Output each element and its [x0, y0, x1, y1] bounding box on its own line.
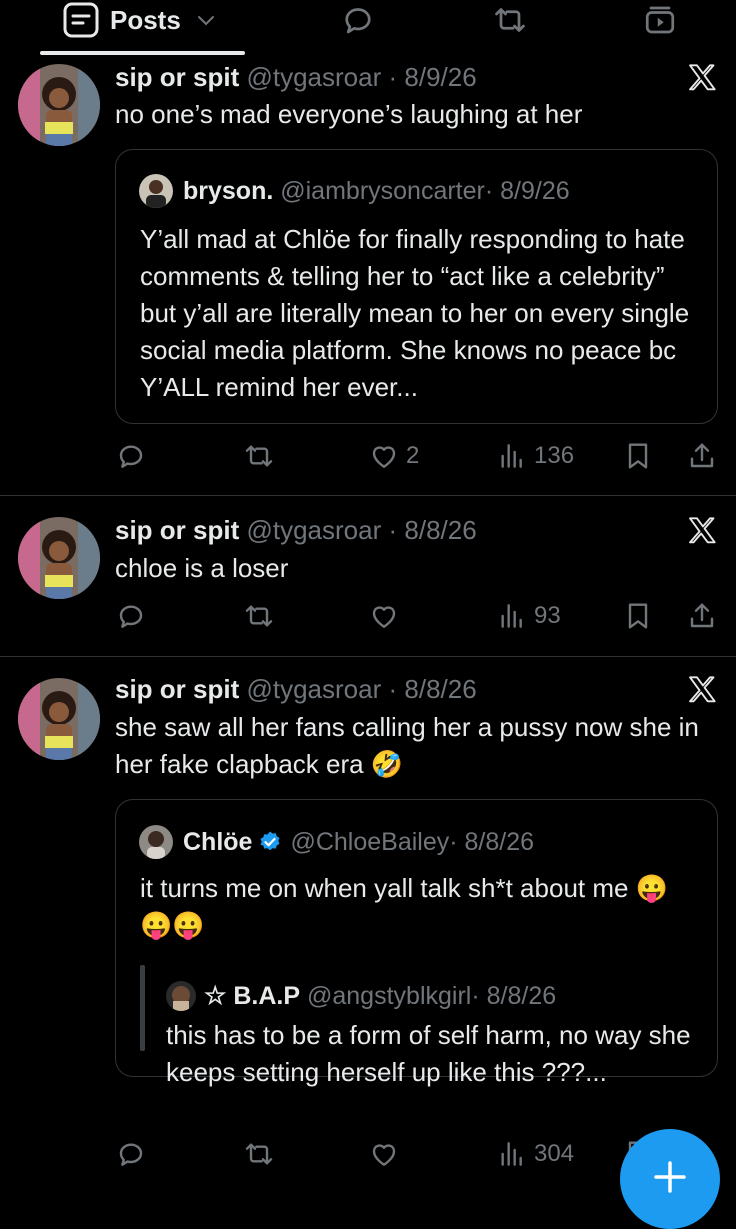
- avatar[interactable]: [18, 64, 100, 146]
- video-tab-icon[interactable]: [640, 2, 680, 38]
- post-item[interactable]: sip or spit @tygasroar · 8/8/26 she saw …: [0, 656, 736, 1200]
- like-icon: [368, 1138, 400, 1170]
- like-icon: [368, 600, 400, 632]
- reply-icon: [115, 600, 147, 632]
- top-tab-bar: Posts: [0, 0, 736, 58]
- post-date[interactable]: · 8/9/26: [389, 62, 477, 92]
- like-button[interactable]: [368, 1134, 400, 1174]
- chevron-down-icon: [195, 9, 217, 31]
- avatar[interactable]: [18, 517, 100, 599]
- reply-icon: [115, 440, 147, 472]
- avatar: [139, 825, 173, 859]
- inner-quote-author-name: ☆ B.A.P: [204, 982, 301, 1010]
- quote-date: · 8/9/26: [484, 176, 570, 205]
- quote-author-handle: @ChloeBailey: [290, 827, 450, 856]
- quote-author-handle: @iambrysoncarter: [280, 176, 485, 205]
- reply-button[interactable]: [115, 596, 147, 636]
- x-logo: [686, 515, 718, 547]
- reply-button[interactable]: [115, 1134, 147, 1174]
- bookmark-icon: [622, 600, 654, 632]
- posts-tab-icon: [62, 1, 100, 39]
- post-item[interactable]: sip or spit @tygasroar · 8/9/26 no one’s…: [0, 58, 736, 496]
- avatar: [139, 174, 173, 208]
- compose-button[interactable]: [620, 1129, 720, 1229]
- author-name[interactable]: sip or spit: [115, 515, 239, 545]
- post-text: chloe is a loser: [115, 553, 289, 583]
- quote-header: bryson. @iambrysoncarter · 8/9/26: [139, 174, 570, 208]
- quote-text: Y’all mad at Chlöe for finally respondin…: [140, 224, 690, 402]
- like-button[interactable]: 2: [368, 436, 419, 476]
- repost-icon: [243, 600, 275, 632]
- view-count: 136: [534, 442, 575, 469]
- tab-posts[interactable]: Posts: [62, 0, 217, 40]
- quote-author-name: bryson.: [183, 176, 274, 205]
- repost-icon: [243, 440, 275, 472]
- views-button[interactable]: 136: [496, 436, 574, 476]
- like-count: 2: [406, 442, 420, 469]
- x-logo: [686, 674, 718, 706]
- verified-badge-icon: [258, 830, 282, 854]
- quote-header: Chlöe @ChloeBailey · 8/8/26: [139, 825, 534, 859]
- bookmark-icon: [622, 440, 654, 472]
- post-header: sip or spit @tygasroar · 8/8/26: [115, 515, 477, 546]
- action-bar: 93: [0, 596, 736, 636]
- inner-quote-author-handle: @angstyblkgirl: [307, 981, 472, 1010]
- like-button[interactable]: [368, 596, 400, 636]
- view-count: 304: [534, 1140, 575, 1167]
- compose-plus-icon: [652, 1159, 688, 1195]
- quoted-post[interactable]: bryson. @iambrysoncarter · 8/9/26 Y’all …: [115, 149, 718, 424]
- post-date[interactable]: · 8/8/26: [389, 515, 477, 545]
- post-text: she saw all her fans calling her a pussy…: [115, 712, 699, 779]
- inner-quote-text: this has to be a form of self harm, no w…: [166, 1020, 691, 1087]
- reply-icon: [115, 1138, 147, 1170]
- author-handle[interactable]: @tygasroar: [246, 62, 381, 92]
- tab-posts-label: Posts: [110, 4, 181, 35]
- author-handle[interactable]: @tygasroar: [246, 515, 381, 545]
- author-handle[interactable]: @tygasroar: [246, 674, 381, 704]
- action-bar: 2 136: [0, 436, 736, 476]
- views-button[interactable]: 93: [496, 596, 561, 636]
- like-icon: [368, 440, 400, 472]
- post-header: sip or spit @tygasroar · 8/8/26: [115, 674, 477, 705]
- views-icon: [496, 440, 528, 472]
- views-icon: [496, 1138, 528, 1170]
- inner-quote-bar: [140, 965, 145, 1051]
- author-name[interactable]: sip or spit: [115, 674, 239, 704]
- reply-button[interactable]: [115, 436, 147, 476]
- views-button[interactable]: 304: [496, 1134, 574, 1174]
- view-count: 93: [534, 602, 561, 629]
- post-header: sip or spit @tygasroar · 8/9/26: [115, 62, 477, 93]
- share-icon: [686, 440, 718, 472]
- tab-reposts-icon[interactable]: [490, 2, 530, 38]
- inner-quote-date: · 8/8/26: [471, 981, 557, 1010]
- x-logo: [686, 62, 718, 94]
- share-icon: [686, 600, 718, 632]
- avatar: [166, 981, 196, 1011]
- views-icon: [496, 600, 528, 632]
- post-date[interactable]: · 8/8/26: [389, 674, 477, 704]
- quote-author-name: Chlöe: [183, 827, 253, 856]
- quote-text: it turns me on when yall talk sh*t about…: [140, 873, 669, 940]
- share-button[interactable]: [686, 596, 718, 636]
- repost-icon: [243, 1138, 275, 1170]
- avatar[interactable]: [18, 678, 100, 760]
- bookmark-button[interactable]: [622, 596, 654, 636]
- share-button[interactable]: [686, 436, 718, 476]
- active-tab-indicator: [40, 51, 245, 55]
- bookmark-button[interactable]: [622, 436, 654, 476]
- post-item[interactable]: sip or spit @tygasroar · 8/8/26 chloe is…: [0, 495, 736, 657]
- repost-button[interactable]: [243, 596, 275, 636]
- inner-quote-header: ☆ B.A.P @angstyblkgirl · 8/8/26: [166, 981, 556, 1011]
- quoted-post[interactable]: Chlöe @ChloeBailey · 8/8/26 it turns me …: [115, 799, 718, 1087]
- repost-button[interactable]: [243, 436, 275, 476]
- quote-date: · 8/8/26: [449, 827, 535, 856]
- author-name[interactable]: sip or spit: [115, 62, 239, 92]
- post-text: no one’s mad everyone’s laughing at her: [115, 99, 583, 129]
- tab-replies-icon[interactable]: [338, 2, 378, 38]
- repost-button[interactable]: [243, 1134, 275, 1174]
